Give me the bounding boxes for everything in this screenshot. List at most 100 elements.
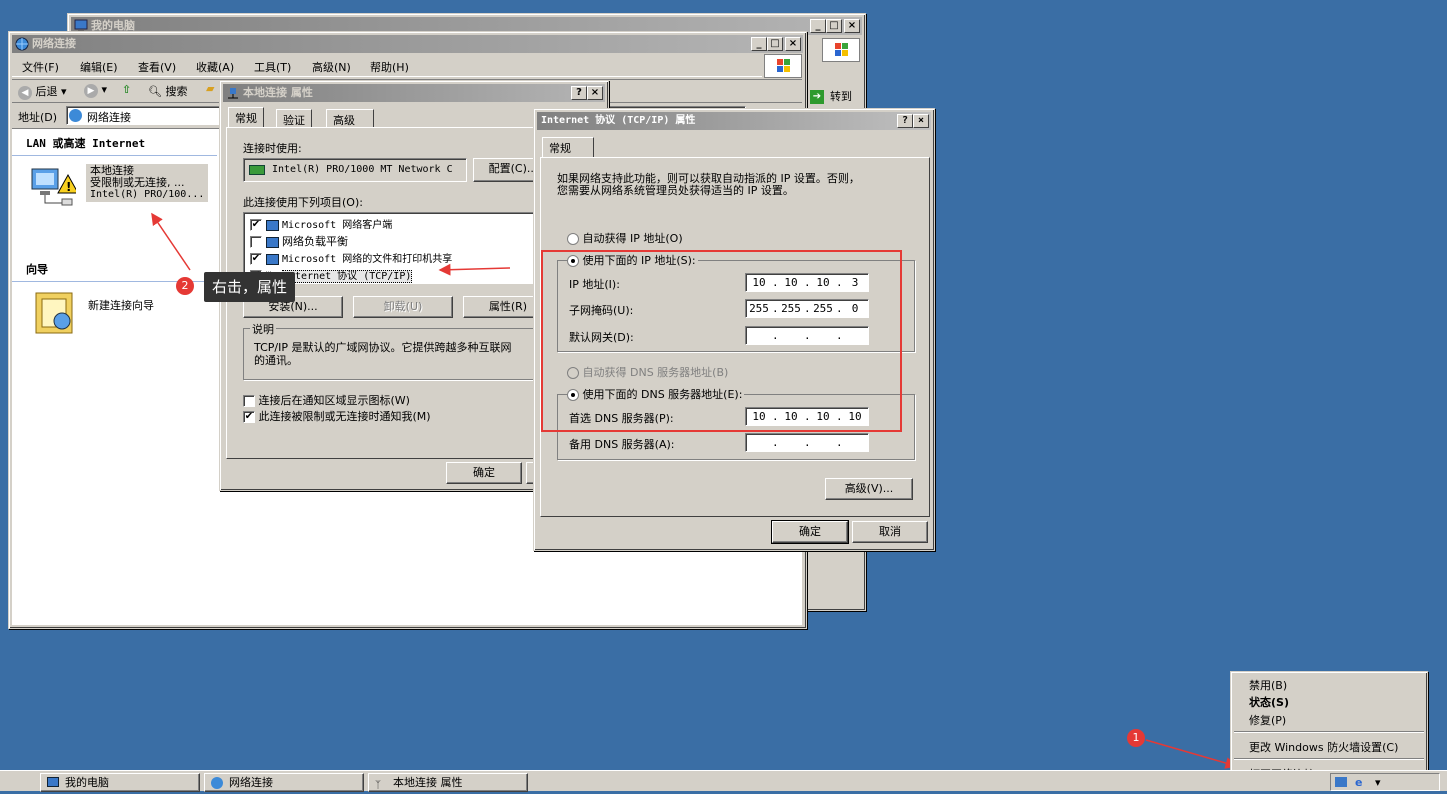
lan-status: 受限制或无连接, ...	[90, 176, 185, 189]
alt-dns-octet	[810, 434, 836, 451]
checkbox[interactable]: ✔	[243, 411, 255, 423]
system-tray: e ▾	[1330, 773, 1440, 791]
minimize-button[interactable]: _	[751, 37, 767, 51]
wizard-header: 向导	[26, 263, 48, 276]
close-button[interactable]: ×	[913, 114, 929, 128]
item-label: 网络负载平衡	[282, 235, 348, 248]
tcpip-title: Internet 协议 (TCP/IP) 属性	[541, 115, 696, 126]
menu-favorites[interactable]: 收藏(A)	[196, 59, 234, 75]
menu-item-firewall[interactable]: 更改 Windows 防火墙设置(C)	[1249, 739, 1398, 755]
client-icon	[265, 219, 279, 231]
notify-icon-option[interactable]: 连接后在通知区域显示图标(W)	[243, 392, 410, 408]
go-button[interactable]: ➔ 转到	[808, 87, 860, 107]
address-label: 地址(D)	[18, 111, 58, 124]
tray-context-menu: 禁用(B) 状态(S) 修复(P) 更改 Windows 防火墙设置(C) 打开…	[1230, 671, 1428, 785]
adapter-name: Intel(R) PRO/1000 MT Network C	[272, 164, 453, 175]
network-adapter-icon: ᛉ	[375, 780, 381, 791]
maximize-button[interactable]: □	[767, 37, 783, 51]
forward-arrow-icon: ▶	[84, 84, 98, 98]
ok-button[interactable]: 确定	[771, 520, 849, 544]
taskbar-label: 网络连接	[229, 776, 273, 789]
connect-using-label: 连接时使用:	[243, 142, 302, 155]
maximize-button[interactable]: □	[826, 19, 842, 33]
go-label: 转到	[830, 90, 852, 103]
alt-dns-octet	[842, 434, 868, 451]
network-adapter-icon	[226, 86, 240, 100]
tcpip-titlebar: Internet 协议 (TCP/IP) 属性 ? ×	[537, 112, 931, 130]
radio-button[interactable]	[567, 233, 579, 245]
network-tray-icon[interactable]	[1335, 777, 1347, 787]
auto-ip-option[interactable]: 自动获得 IP 地址(O)	[567, 230, 683, 246]
close-button[interactable]: ×	[785, 37, 801, 51]
minimize-button[interactable]: _	[810, 19, 826, 33]
menu-item-repair[interactable]: 修复(P)	[1249, 712, 1286, 728]
up-folder-icon[interactable]: ⇧	[122, 83, 131, 96]
step-1-badge: 1	[1127, 729, 1145, 747]
close-button[interactable]: ×	[587, 86, 603, 100]
menu-bar: 文件(F) 编辑(E) 查看(V) 收藏(A) 工具(T) 高级(N) 帮助(H…	[12, 55, 762, 77]
help-button[interactable]: ?	[571, 86, 587, 100]
taskbar-label: 本地连接 属性	[393, 776, 463, 789]
tab-general[interactable]: 常规	[542, 137, 594, 157]
close-button[interactable]: ×	[844, 19, 860, 33]
menu-separator	[1234, 758, 1424, 760]
local-connection-item[interactable]: ! 本地连接 受限制或无连接, ... Intel(R) PRO/100...	[28, 161, 209, 209]
back-label: 后退	[35, 85, 58, 98]
uninstall-button[interactable]: 卸载(U)	[353, 296, 453, 318]
menu-item-disable[interactable]: 禁用(B)	[1249, 677, 1287, 693]
windows-logo-icon	[822, 38, 860, 62]
computer-icon	[47, 777, 59, 787]
nic-icon	[249, 165, 265, 175]
alternate-dns-field[interactable]: . . .	[745, 433, 869, 452]
tab-authentication[interactable]: 验证	[276, 109, 312, 127]
auto-ip-label: 自动获得 IP 地址(O)	[582, 232, 683, 245]
tab-advanced[interactable]: 高级	[326, 109, 374, 127]
network-globe-icon	[15, 37, 29, 51]
menu-view[interactable]: 查看(V)	[138, 59, 176, 75]
search-icon: 🔍︎	[148, 85, 162, 98]
new-connection-wizard-item[interactable]: 新建连接向导	[32, 289, 192, 341]
go-arrow-icon: ➔	[810, 90, 824, 104]
menu-edit[interactable]: 编辑(E)	[80, 59, 118, 75]
cancel-button[interactable]: 取消	[852, 521, 928, 543]
ok-button[interactable]: 确定	[446, 462, 522, 484]
advanced-button[interactable]: 高级(V)...	[825, 478, 913, 500]
menu-advanced[interactable]: 高级(N)	[312, 59, 351, 75]
highlight-box	[541, 250, 902, 432]
help-button[interactable]: ?	[897, 114, 913, 128]
list-item[interactable]: ✔ Microsoft 网络的文件和打印机共享	[250, 250, 452, 265]
folders-icon[interactable]: ▰	[206, 82, 214, 95]
list-item[interactable]: 网络负载平衡	[250, 233, 348, 249]
step-2-tooltip: 右击，属性	[204, 272, 296, 302]
menu-item-status[interactable]: 状态(S)	[1249, 694, 1289, 710]
menu-help[interactable]: 帮助(H)	[370, 59, 409, 75]
taskbar-item-local-props[interactable]: ᛉ 本地连接 属性	[368, 773, 528, 792]
forward-button[interactable]: ▶ ▾	[84, 83, 107, 98]
checkbox[interactable]: ✔	[250, 219, 262, 231]
svg-text:!: !	[66, 180, 71, 194]
ie-tray-icon[interactable]: e	[1355, 776, 1362, 789]
notify-icon-label: 连接后在通知区域显示图标(W)	[258, 394, 410, 407]
checkbox[interactable]	[243, 395, 255, 407]
taskbar-item-my-computer[interactable]: 我的电脑	[40, 773, 200, 792]
checkbox[interactable]: ✔	[250, 253, 262, 265]
local-props-titlebar: 本地连接 属性 ? ×	[223, 84, 605, 102]
taskbar-label: 我的电脑	[65, 776, 109, 789]
search-button[interactable]: 🔍︎ 搜索	[148, 83, 187, 99]
local-connection-text: 本地连接 受限制或无连接, ... Intel(R) PRO/100...	[86, 164, 209, 202]
notify-limited-label: 此连接被限制或无连接时通知我(M)	[258, 410, 431, 423]
share-icon	[265, 253, 279, 265]
list-item[interactable]: ✔ Microsoft 网络客户端	[250, 216, 392, 231]
back-button[interactable]: ◀ 后退 ▾	[18, 83, 67, 100]
netconn-titlebar: 网络连接 _ □ ×	[12, 35, 803, 53]
tab-general[interactable]: 常规	[228, 107, 264, 127]
menu-tools[interactable]: 工具(T)	[254, 59, 291, 75]
lan-device: Intel(R) PRO/100...	[90, 189, 205, 200]
checkbox[interactable]	[250, 236, 262, 248]
intro-line-2: 您需要从网络系统管理员处获得适当的 IP 设置。	[557, 184, 794, 197]
expand-tray-icon[interactable]: ▾	[1375, 776, 1381, 789]
menu-file[interactable]: 文件(F)	[22, 59, 59, 75]
taskbar-item-network-connections[interactable]: 网络连接	[204, 773, 364, 792]
step-2-badge: 2	[176, 277, 194, 295]
notify-limited-option[interactable]: ✔ 此连接被限制或无连接时通知我(M)	[243, 408, 431, 424]
